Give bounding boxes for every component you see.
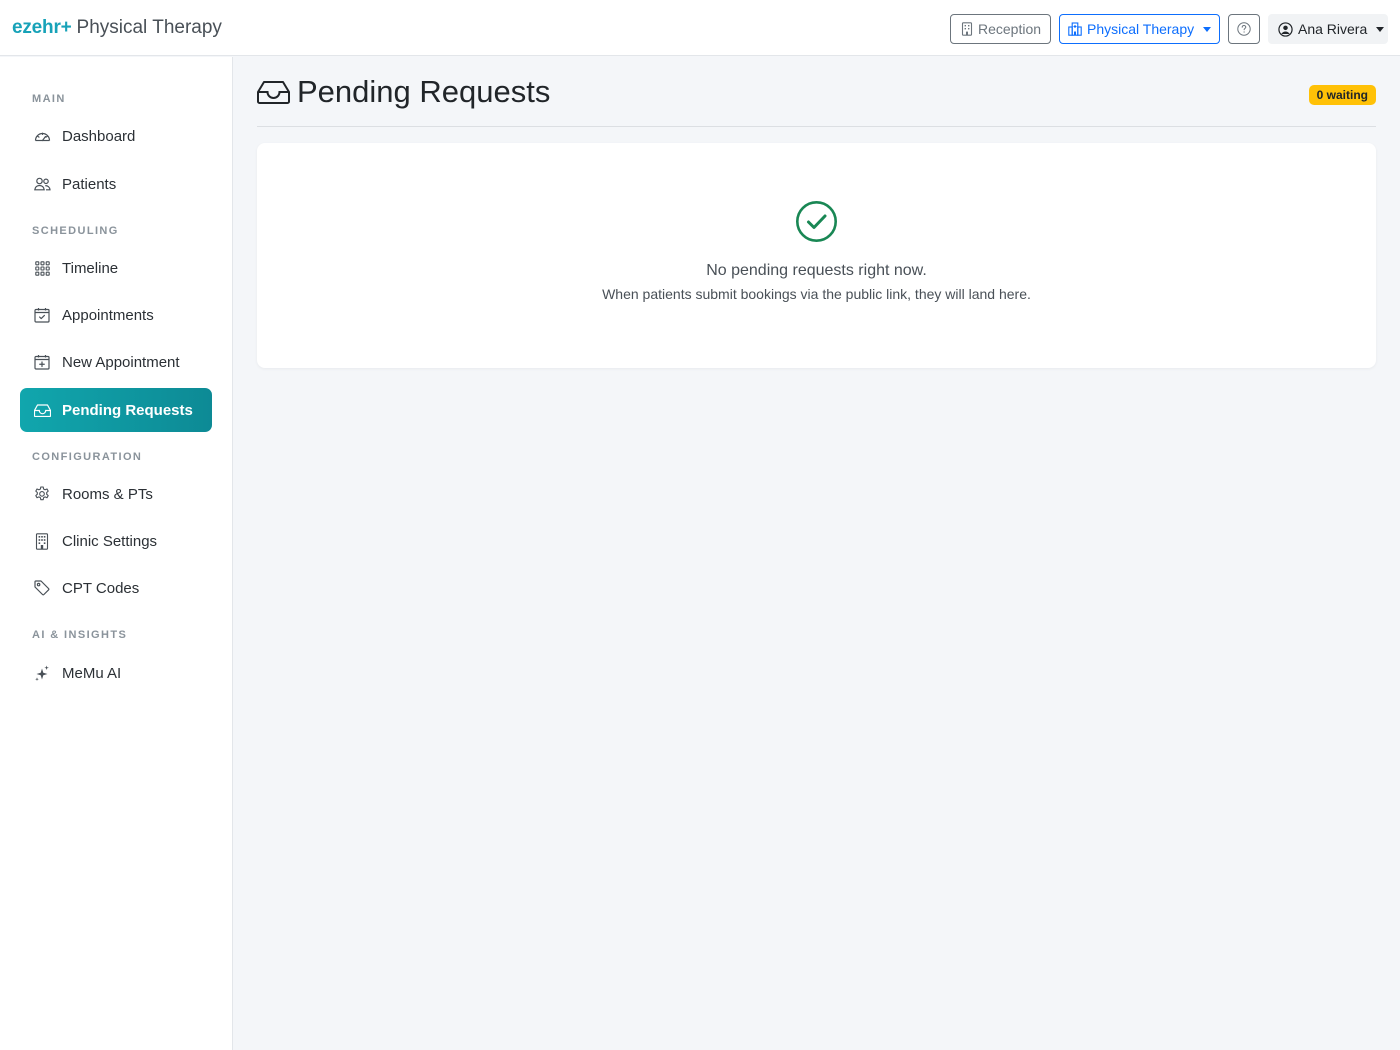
question-circle-icon: [1237, 22, 1251, 36]
tag-icon: [33, 579, 51, 597]
sidebar-item-label: CPT Codes: [62, 579, 140, 597]
user-menu-dropdown[interactable]: Ana Rivera: [1268, 14, 1388, 44]
inbox-icon: [257, 80, 290, 104]
page-header: Pending Requests 0 waiting: [257, 72, 1376, 127]
brand-subtitle: Physical Therapy: [76, 17, 222, 38]
sidebar-item-label: Clinic Settings: [62, 532, 158, 550]
sparkles-icon: [33, 664, 51, 682]
sidebar-item-label: Rooms & PTs: [62, 485, 153, 503]
sidebar-item-timeline[interactable]: Timeline: [20, 246, 212, 290]
speedometer-icon: [33, 127, 51, 145]
sidebar-section-scheduling: SCHEDULING: [32, 225, 119, 237]
sidebar-section-ai: AI & INSIGHTS: [32, 629, 128, 641]
sidebar-item-label: Appointments: [62, 306, 154, 324]
sidebar-section-configuration: CONFIGURATION: [32, 451, 143, 463]
sidebar: MAIN Dashboard Patients SCHEDULING Timel…: [0, 57, 233, 1050]
sidebar-item-rooms[interactable]: Rooms & PTs: [20, 472, 212, 516]
reception-button[interactable]: Reception: [950, 14, 1051, 44]
pending-requests-card: No pending requests right now. When pati…: [257, 143, 1376, 368]
gear-icon: [33, 485, 51, 503]
user-name: Ana Rivera: [1298, 21, 1368, 37]
people-icon: [33, 175, 51, 193]
page-title: Pending Requests: [257, 74, 550, 110]
sidebar-item-cpt-codes[interactable]: CPT Codes: [20, 566, 212, 610]
hospital-icon: [1068, 22, 1082, 36]
help-button[interactable]: [1228, 14, 1260, 44]
brand-logo: ezehr+: [12, 17, 72, 38]
chevron-down-icon: [1203, 26, 1212, 32]
sidebar-item-label: MeMu AI: [62, 664, 122, 682]
sidebar-item-clinic-settings[interactable]: Clinic Settings: [20, 519, 212, 563]
building-icon: [961, 22, 973, 36]
clinic-selector-label: Physical Therapy: [1087, 21, 1195, 37]
sidebar-item-new-appointment[interactable]: New Appointment: [20, 340, 212, 384]
reception-label: Reception: [978, 21, 1042, 37]
grid-icon: [33, 259, 51, 277]
sidebar-item-label: Timeline: [62, 259, 119, 277]
empty-state-subtitle: When patients submit bookings via the pu…: [602, 286, 1031, 302]
inbox-icon: [33, 401, 51, 419]
brand[interactable]: ezehr+ Physical Therapy: [12, 17, 222, 39]
sidebar-item-memu-ai[interactable]: MeMu AI: [20, 651, 212, 695]
sidebar-item-label: Dashboard: [62, 127, 136, 145]
clinic-selector-dropdown[interactable]: Physical Therapy: [1059, 14, 1220, 44]
sidebar-item-pending-requests[interactable]: Pending Requests: [20, 388, 212, 432]
building-icon: [33, 532, 51, 550]
empty-state-title: No pending requests right now.: [706, 262, 927, 279]
waiting-count-badge: 0 waiting: [1308, 85, 1376, 105]
sidebar-item-label: Patients: [62, 175, 117, 193]
calendar-plus-icon: [33, 353, 51, 371]
sidebar-section-main: MAIN: [32, 93, 66, 105]
sidebar-item-patients[interactable]: Patients: [20, 162, 212, 206]
sidebar-item-appointments[interactable]: Appointments: [20, 293, 212, 337]
calendar-check-icon: [33, 306, 51, 324]
sidebar-item-label: Pending Requests: [62, 401, 193, 419]
chevron-down-icon: [1376, 26, 1385, 32]
check-circle-icon: [795, 200, 838, 243]
user-circle-icon: [1278, 21, 1293, 37]
page-title-text: Pending Requests: [297, 74, 551, 109]
sidebar-item-label: New Appointment: [62, 353, 180, 371]
top-navbar: ezehr+ Physical Therapy Reception Physic…: [0, 0, 1400, 56]
sidebar-item-dashboard[interactable]: Dashboard: [20, 114, 212, 158]
